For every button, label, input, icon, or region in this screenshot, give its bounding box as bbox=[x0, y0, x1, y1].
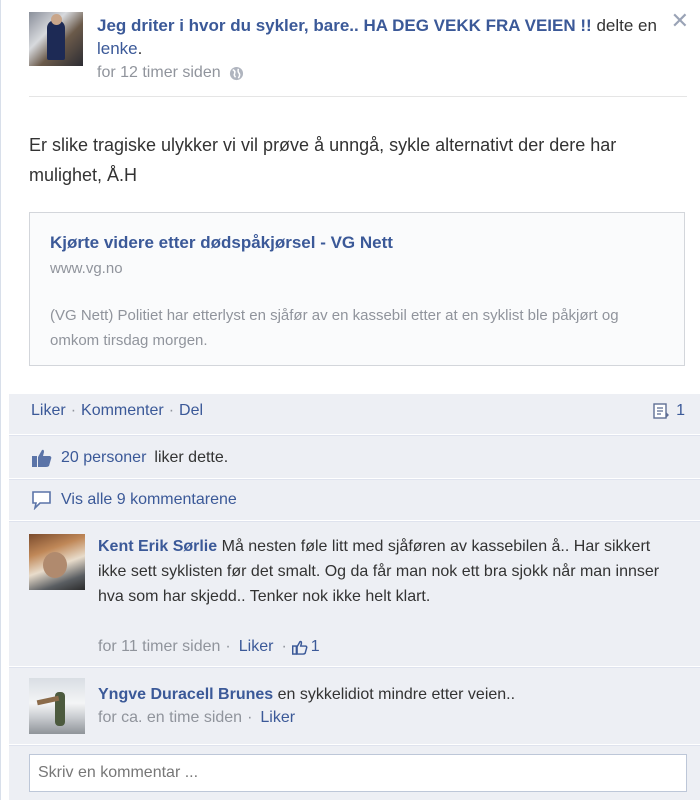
comment-like-count[interactable]: 1 bbox=[291, 638, 320, 656]
comment-time[interactable]: for ca. en time siden bbox=[98, 709, 242, 727]
comment-bubble-icon bbox=[32, 491, 51, 510]
post-timestamp[interactable]: for 12 timer siden bbox=[97, 64, 221, 82]
share-count[interactable]: 1 bbox=[652, 402, 685, 420]
row-divider bbox=[9, 478, 700, 480]
story-header: Jeg driter i hvor du sykler, bare.. HA D… bbox=[97, 14, 657, 60]
avatar-face bbox=[43, 552, 67, 578]
link-description: (VG Nett) Politiet har etterlyst en sjåf… bbox=[50, 307, 619, 349]
commenter-avatar[interactable] bbox=[29, 534, 85, 590]
action-text: delte en bbox=[596, 16, 657, 35]
comment-time[interactable]: for 11 timer siden bbox=[98, 638, 220, 656]
separator: · bbox=[247, 709, 253, 726]
link-preview-card[interactable]: Kjørte videre etter dødspåkjørsel - VG N… bbox=[29, 212, 685, 366]
avatar-figure bbox=[47, 20, 65, 60]
shares-icon bbox=[653, 403, 670, 419]
close-icon[interactable]: ✕ bbox=[671, 10, 689, 32]
commenter-name[interactable]: Yngve Duracell Brunes bbox=[98, 686, 273, 703]
separator: · bbox=[281, 638, 287, 655]
view-all-comments-link[interactable]: Vis alle 9 kommentarene bbox=[61, 491, 237, 509]
feedback-section: Liker · Kommenter · Del 1 20 personer li… bbox=[9, 394, 700, 800]
post-timestamp-row: for 12 timer siden bbox=[97, 64, 244, 82]
comment-meta: for ca. en time siden · Liker bbox=[98, 709, 298, 727]
header-divider bbox=[29, 96, 687, 97]
globe-icon[interactable] bbox=[229, 66, 244, 81]
separator: · bbox=[168, 402, 175, 419]
action-period: . bbox=[137, 39, 143, 58]
share-count-value: 1 bbox=[676, 402, 685, 419]
separator: · bbox=[70, 402, 77, 419]
comment-like-button[interactable]: Liker bbox=[239, 638, 274, 656]
poster-name-link[interactable]: Jeg driter i hvor du sykler, bare.. HA D… bbox=[97, 16, 592, 35]
comment-button[interactable]: Kommenter bbox=[81, 402, 164, 420]
likes-count-link[interactable]: 20 personer bbox=[61, 449, 146, 467]
thumbs-up-icon bbox=[291, 640, 308, 655]
row-divider bbox=[9, 666, 700, 668]
comment-like-count-value: 1 bbox=[310, 638, 320, 655]
likes-suffix: liker dette. bbox=[154, 449, 229, 466]
comment-body: Yngve Duracell Brunes en sykkelidiot min… bbox=[98, 682, 678, 707]
share-button[interactable]: Del bbox=[179, 402, 203, 420]
like-button[interactable]: Liker bbox=[31, 402, 66, 420]
view-all-comments[interactable]: Vis alle 9 kommentarene bbox=[31, 490, 237, 510]
commenter-avatar[interactable] bbox=[29, 678, 85, 734]
post-message: Er slike tragiske ulykker vi vil prøve å… bbox=[29, 135, 617, 185]
action-bar: Liker · Kommenter · Del bbox=[31, 402, 203, 420]
comment-body: Kent Erik Sørlie Må nesten føle litt med… bbox=[98, 534, 678, 609]
comment-item: Kent Erik Sørlie Må nesten føle litt med… bbox=[9, 530, 700, 662]
row-divider bbox=[9, 744, 700, 746]
avatar-head bbox=[51, 14, 62, 25]
comment-text: en sykkelidiot mindre etter veien.. bbox=[277, 686, 516, 703]
comment-item: Yngve Duracell Brunes en sykkelidiot min… bbox=[9, 676, 700, 740]
row-divider bbox=[9, 520, 700, 522]
likes-summary: 20 personer liker dette. bbox=[31, 448, 228, 468]
comment-like-button[interactable]: Liker bbox=[260, 709, 295, 727]
link-title[interactable]: Kjørte videre etter dødspåkjørsel - VG N… bbox=[50, 233, 393, 253]
comment-input-box[interactable] bbox=[29, 754, 687, 792]
shared-link-label[interactable]: lenke bbox=[97, 39, 138, 58]
feed-story: Jeg driter i hvor du sykler, bare.. HA D… bbox=[0, 0, 700, 800]
row-divider bbox=[9, 434, 700, 436]
link-domain: www.vg.no bbox=[50, 260, 123, 277]
poster-avatar[interactable] bbox=[29, 12, 83, 66]
comment-input[interactable] bbox=[30, 755, 686, 791]
thumbs-up-icon bbox=[32, 449, 52, 467]
commenter-name[interactable]: Kent Erik Sørlie bbox=[98, 538, 217, 555]
separator: · bbox=[225, 638, 231, 655]
comment-meta: for 11 timer siden · Liker · 1 bbox=[98, 638, 320, 656]
